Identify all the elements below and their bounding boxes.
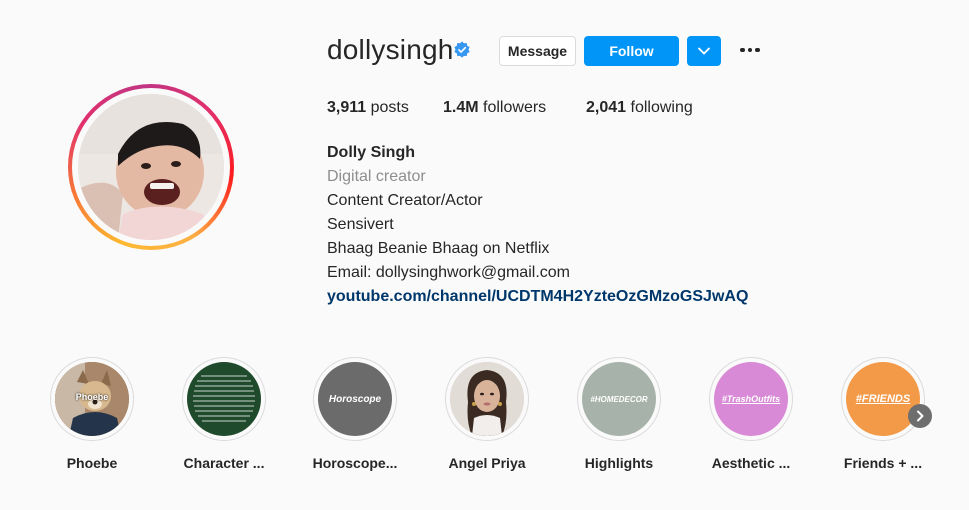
highlight-friends[interactable]: #FRIENDS: [841, 357, 925, 441]
more-options-icon[interactable]: [738, 42, 762, 58]
highlight-label: Friends + ...: [843, 455, 923, 471]
highlight-label: Horoscope...: [312, 455, 398, 471]
more-dot: [740, 47, 745, 53]
highlight-cover-text: Phoebe: [75, 392, 109, 402]
highlight-cover: #FRIENDS: [846, 362, 920, 436]
highlights-next-button[interactable]: [908, 404, 932, 428]
posts-count: 3,911 posts: [327, 99, 409, 117]
following-number: 2,041: [586, 99, 627, 116]
bio-line: Content Creator/Actor: [327, 192, 483, 209]
following-link[interactable]: 2,041 following: [586, 99, 693, 117]
more-dot: [747, 47, 753, 53]
followers-label: followers: [483, 99, 547, 116]
verified-badge-icon: [454, 41, 470, 58]
bio-line: Email: dollysinghwork@gmail.com: [327, 264, 570, 281]
posts-label: posts: [370, 99, 409, 116]
following-label: following: [630, 99, 693, 116]
bio-full-name: Dolly Singh: [327, 144, 415, 161]
text-lines-icon: [193, 375, 255, 422]
highlight-character[interactable]: [182, 357, 266, 441]
highlight-phoebe[interactable]: Phoebe: [50, 357, 134, 441]
highlight-label: Angel Priya: [448, 455, 526, 471]
bio-website-link[interactable]: youtube.com/channel/UCDTM4H2YzteOzGMzoGS…: [327, 287, 748, 307]
highlight-label: Character ...: [183, 455, 265, 471]
follow-button[interactable]: Follow: [584, 36, 679, 66]
highlight-cover: [187, 362, 261, 436]
highlight-label: Highlights: [584, 455, 654, 471]
highlight-cover-text: #TrashOutfits: [721, 394, 781, 404]
person-photo-icon: [450, 362, 524, 436]
chevron-right-icon: [917, 410, 924, 422]
message-button[interactable]: Message: [499, 36, 576, 66]
highlight-aesthetic[interactable]: #TrashOutfits: [709, 357, 793, 441]
highlight-cover: #TrashOutfits: [714, 362, 788, 436]
followers-number: 1.4M: [443, 99, 479, 116]
chevron-down-icon: [698, 47, 710, 55]
profile-avatar-story-ring[interactable]: [68, 84, 234, 250]
profile-username: dollysingh: [327, 34, 454, 65]
more-dot: [755, 47, 760, 53]
highlight-cover: [450, 362, 524, 436]
followers-link[interactable]: 1.4M followers: [443, 99, 546, 117]
highlight-horoscope[interactable]: Horoscope: [313, 357, 397, 441]
highlight-cover: Phoebe: [55, 362, 129, 436]
highlight-label: Aesthetic ...: [711, 455, 791, 471]
posts-number: 3,911: [327, 99, 367, 116]
highlight-cover-text: #FRIENDS: [855, 393, 911, 405]
bio-line: Sensivert: [327, 216, 394, 233]
profile-avatar[interactable]: [78, 94, 224, 240]
highlight-cover: Horoscope: [318, 362, 392, 436]
highlight-cover-text: Horoscope: [328, 393, 382, 405]
highlight-label: Phoebe: [66, 455, 118, 471]
highlight-angel-priya[interactable]: [445, 357, 529, 441]
highlight-homedecor[interactable]: #HOMEDECOR: [577, 357, 661, 441]
bio-line: Bhaag Beanie Bhaag on Netflix: [327, 240, 550, 257]
suggested-dropdown-button[interactable]: [687, 36, 721, 66]
highlight-cover-text: #HOMEDECOR: [590, 394, 648, 404]
bio-category: Digital creator: [327, 168, 426, 185]
avatar-photo-icon: [78, 94, 224, 240]
highlight-cover: #HOMEDECOR: [582, 362, 656, 436]
